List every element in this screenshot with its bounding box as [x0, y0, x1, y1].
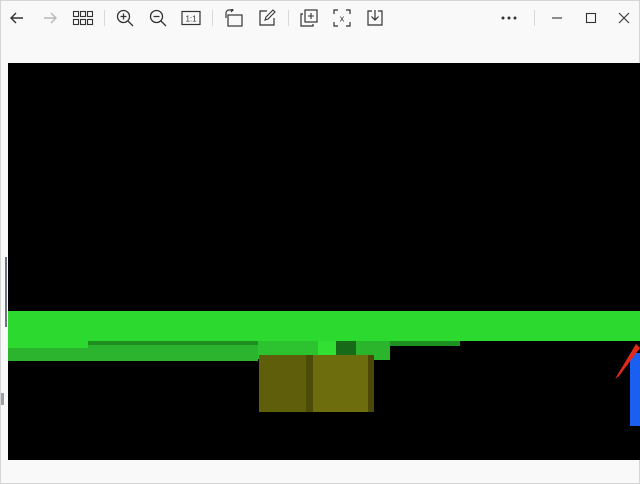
actual-size-button[interactable]: 1:1 — [178, 5, 204, 31]
green-segment-thin — [390, 341, 460, 346]
ocr-button[interactable]: x — [329, 5, 355, 31]
edit-icon — [259, 9, 276, 26]
arrow-left-icon — [10, 12, 23, 24]
back-button[interactable] — [4, 5, 30, 31]
blue-object — [630, 353, 640, 426]
grid-view-button[interactable] — [70, 5, 96, 31]
actual-size-label: 1:1 — [185, 15, 197, 24]
zoom-in-icon — [116, 9, 134, 27]
zoom-out-button[interactable] — [145, 5, 171, 31]
ocr-label: x — [340, 14, 345, 24]
toolbar-separator — [288, 10, 289, 26]
minimize-button[interactable] — [544, 5, 570, 31]
green-bar-left-lip — [8, 335, 88, 348]
zoom-out-icon — [149, 9, 167, 27]
toolbar-separator — [212, 10, 213, 26]
maximize-icon — [585, 12, 597, 24]
close-button[interactable] — [611, 5, 637, 31]
toolbar: 1:1 x — [1, 1, 639, 35]
rotate-icon — [225, 9, 243, 27]
more-icon — [501, 16, 517, 20]
forward-button[interactable] — [37, 5, 63, 31]
edit-button[interactable] — [254, 5, 280, 31]
side-panel-marker — [1, 393, 4, 405]
green-bar-main — [8, 311, 640, 341]
ocr-icon: x — [333, 9, 351, 27]
rotate-button[interactable] — [221, 5, 247, 31]
more-options-button[interactable] — [496, 5, 522, 31]
arrow-right-icon — [44, 12, 57, 24]
olive-block-left — [259, 355, 308, 412]
toolbar-separator — [534, 10, 535, 26]
image-viewer-window: 1:1 x — [0, 0, 640, 484]
image-canvas[interactable] — [8, 63, 640, 460]
olive-block-shadow — [368, 355, 374, 412]
download-button[interactable] — [362, 5, 388, 31]
copy-icon — [300, 9, 318, 27]
side-panel-handle[interactable] — [5, 257, 7, 327]
minimize-icon — [552, 17, 562, 19]
olive-block-edge — [306, 355, 313, 412]
toolbar-separator — [104, 10, 105, 26]
olive-block-right — [308, 355, 368, 412]
close-icon — [618, 12, 630, 24]
zoom-in-button[interactable] — [112, 5, 138, 31]
rendered-scene — [8, 311, 640, 426]
actual-size-icon: 1:1 — [181, 10, 201, 26]
download-icon — [367, 10, 383, 26]
maximize-button[interactable] — [578, 5, 604, 31]
copy-button[interactable] — [296, 5, 322, 31]
grid-icon — [72, 10, 94, 26]
